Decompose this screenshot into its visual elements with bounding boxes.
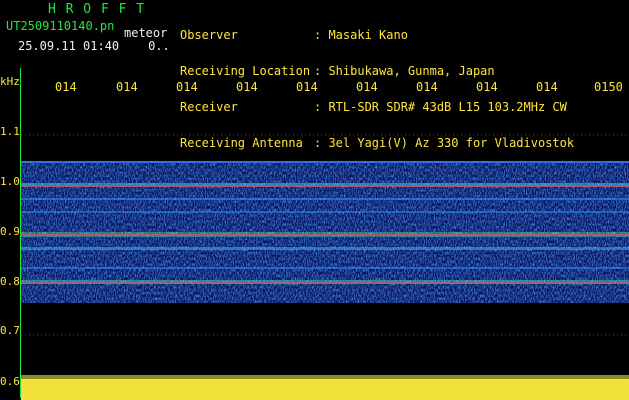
spectrogram-band xyxy=(21,161,629,303)
filename-label: UT2509110140.pn xyxy=(6,19,115,33)
time-tick-label: 014 xyxy=(296,80,318,94)
status-value: 0.. xyxy=(148,39,170,53)
time-axis: 014 014 014 014 014 014 014 014 014 0150 xyxy=(0,80,629,94)
timestamp-label: 25.09.11 01:40 0.. xyxy=(18,40,170,52)
time-tick-label: 014 xyxy=(416,80,438,94)
frequency-tick-label: 0.7 xyxy=(0,324,20,337)
timestamp-value: 25.09.11 01:40 xyxy=(18,39,120,53)
time-tick-label: 014 xyxy=(116,80,138,94)
time-tick-label: 0150 xyxy=(594,80,623,94)
time-tick-label: 014 xyxy=(55,80,77,94)
frequency-tick-label: 0.6 xyxy=(0,375,20,388)
frequency-unit-label: kHz xyxy=(0,75,20,88)
type-label: meteor xyxy=(124,26,168,40)
info-value: : Shibukawa, Gunma, Japan xyxy=(314,64,495,78)
time-tick-label: 014 xyxy=(356,80,378,94)
spectrogram-plot xyxy=(21,134,629,400)
info-row: Observer : Masaki Kano xyxy=(180,29,574,41)
power-meter-strip xyxy=(21,375,629,400)
brand-title: H R O F F T xyxy=(48,2,146,17)
info-row: Receiving Location: Shibukawa, Gunma, Ja… xyxy=(180,65,574,77)
frequency-tick-label: 1.0 xyxy=(0,175,20,188)
time-tick-label: 014 xyxy=(536,80,558,94)
time-tick-label: 014 xyxy=(236,80,258,94)
info-key: Observer xyxy=(180,28,238,42)
info-value: : Masaki Kano xyxy=(314,28,408,42)
info-key: Receiving Location xyxy=(180,64,311,78)
frequency-tick-label: 0.9 xyxy=(0,225,20,238)
time-tick-label: 014 xyxy=(176,80,198,94)
frequency-tick-label: 0.8 xyxy=(0,275,20,288)
frequency-tick-label: 1.1 xyxy=(0,125,20,138)
time-tick-label: 014 xyxy=(476,80,498,94)
